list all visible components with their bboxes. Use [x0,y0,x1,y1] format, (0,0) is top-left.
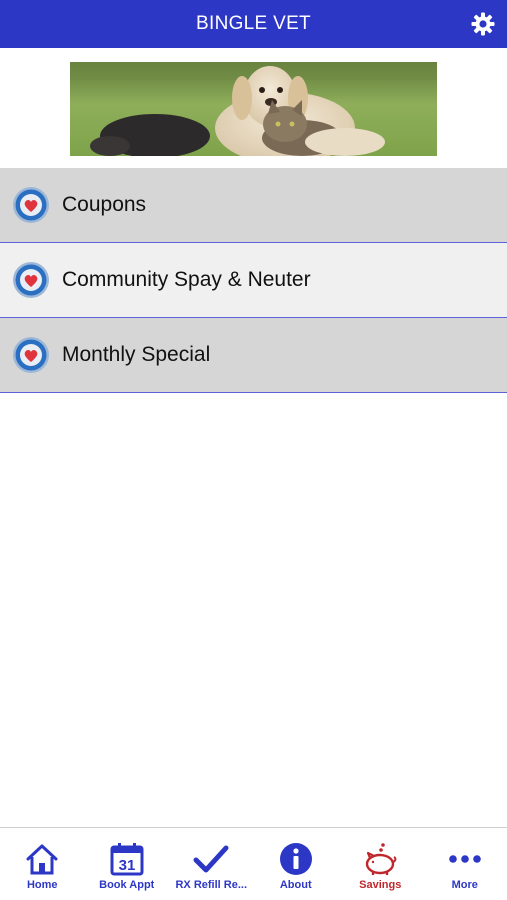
settings-button[interactable] [471,12,495,36]
checkmark-icon [193,845,229,873]
tab-label: Savings [359,879,402,891]
app-title: BINGLE VET [196,13,311,34]
menu-item-label: Coupons [62,193,147,216]
tab-book-appt[interactable]: 31 Book Appt [85,828,170,900]
app-header: BINGLE VET [0,0,507,48]
menu-item-label: Monthly Special [62,343,211,366]
gear-icon [471,12,495,36]
heart-badge-icon [13,187,49,223]
tab-label: Book Appt [99,879,155,891]
bottom-tab-bar: Home 31 Book Appt RX Refill Re... About [0,827,507,900]
tab-more[interactable]: More [423,828,507,900]
tab-about[interactable]: About [254,828,339,900]
menu-item-coupons[interactable]: Coupons [0,168,507,243]
banner-image [70,62,437,156]
piggy-bank-icon [366,843,397,875]
calendar-icon: 31 [110,843,144,876]
pet-photo [70,62,437,156]
heart-badge-icon [13,262,49,298]
heart-badge-icon [13,337,49,373]
tab-rx-refill[interactable]: RX Refill Re... [169,828,254,900]
tab-savings[interactable]: Savings [338,828,423,900]
calendar-day: 31 [118,857,135,874]
tab-label: RX Refill Re... [175,879,248,891]
more-icon [448,855,481,863]
tab-home[interactable]: Home [0,828,85,900]
home-icon [26,844,58,875]
tab-label: Home [26,879,58,891]
menu-list: Coupons Community Spay & Neuter Monthly … [0,168,507,393]
tab-label: About [279,879,312,891]
info-icon [279,843,312,875]
menu-item-community-spay-neuter[interactable]: Community Spay & Neuter [0,243,507,318]
tab-label: More [451,879,478,891]
menu-item-label: Community Spay & Neuter [62,268,311,291]
menu-item-monthly-special[interactable]: Monthly Special [0,318,507,393]
